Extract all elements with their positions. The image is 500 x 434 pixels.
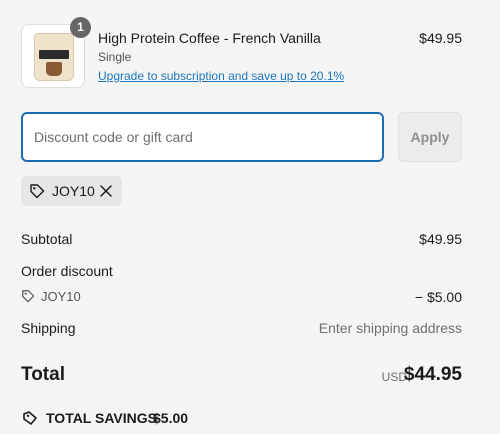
discount-code-input[interactable] — [21, 112, 384, 162]
total-savings-value: $5.00 — [153, 410, 189, 426]
apply-button[interactable]: Apply — [398, 112, 462, 162]
discount-value: − $5.00 — [414, 289, 462, 305]
shipping-value: Enter shipping address — [318, 320, 462, 336]
product-name: High Protein Coffee - French Vanilla — [98, 30, 321, 46]
subtotal-label: Subtotal — [21, 231, 73, 247]
tag-icon — [22, 290, 35, 303]
shipping-label: Shipping — [21, 320, 76, 336]
applied-discount-chip: JOY10 — [21, 176, 122, 206]
upgrade-subscription-link[interactable]: Upgrade to subscription and save up to 2… — [98, 69, 344, 83]
total-label: Total — [21, 364, 65, 385]
savings-tag-icon — [23, 411, 37, 425]
tag-icon — [30, 184, 45, 199]
coffee-pouch-icon — [34, 33, 74, 81]
product-thumbnail: 1 — [21, 17, 91, 88]
remove-discount-close-icon[interactable] — [98, 183, 114, 199]
total-value: $44.95 — [403, 364, 462, 385]
product-price: $49.95 — [419, 30, 462, 46]
applied-code-label: JOY10 — [52, 183, 95, 199]
order-discount-label: Order discount — [21, 263, 113, 279]
product-variant: Single — [98, 50, 132, 64]
subtotal-value: $49.95 — [419, 231, 462, 247]
quantity-badge: 1 — [70, 17, 91, 38]
discount-code-label: JOY10 — [41, 289, 81, 304]
line-item: 1 High Protein Coffee - French Vanilla S… — [21, 17, 462, 88]
total-savings-label: TOTAL SAVINGS — [46, 410, 157, 426]
